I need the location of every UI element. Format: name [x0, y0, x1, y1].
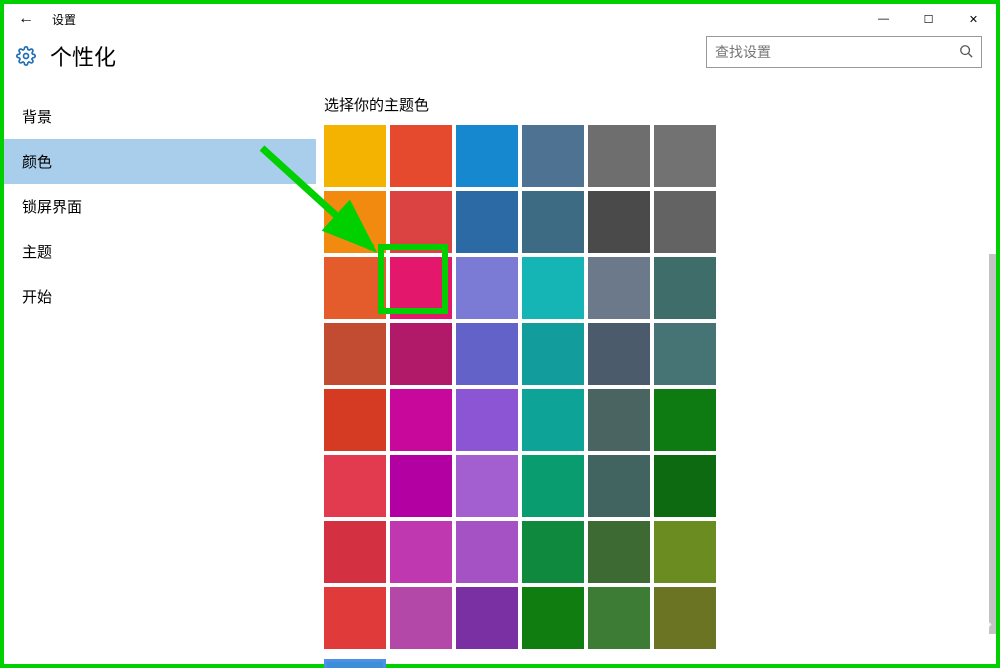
- color-swatch[interactable]: [522, 587, 584, 649]
- color-swatch[interactable]: [390, 587, 452, 649]
- color-swatch[interactable]: [390, 125, 452, 187]
- color-swatch[interactable]: [390, 455, 452, 517]
- color-swatch[interactable]: [390, 257, 452, 319]
- content-pane: 选择你的主题色: [316, 88, 996, 666]
- search-box[interactable]: [706, 36, 982, 68]
- color-swatch[interactable]: [324, 125, 386, 187]
- color-swatch[interactable]: [522, 191, 584, 253]
- color-swatch[interactable]: [588, 125, 650, 187]
- color-swatch[interactable]: [654, 323, 716, 385]
- color-grid: [324, 125, 988, 668]
- color-swatch[interactable]: [456, 125, 518, 187]
- page-title: 个性化: [50, 40, 116, 72]
- color-swatch[interactable]: [522, 389, 584, 451]
- recent-color-swatch[interactable]: [324, 659, 386, 668]
- sidebar: 背景 颜色 锁屏界面 主题 开始: [4, 88, 316, 666]
- settings-window: ← 设置 — ☐ ✕ 个性化 背景 颜色 锁屏界面 主题: [0, 0, 1000, 668]
- back-button[interactable]: ←: [18, 10, 34, 28]
- sidebar-item-colors[interactable]: 颜色: [4, 139, 316, 184]
- color-swatch[interactable]: [522, 125, 584, 187]
- sidebar-item-label: 颜色: [22, 154, 52, 171]
- color-swatch[interactable]: [324, 521, 386, 583]
- color-swatch[interactable]: [522, 257, 584, 319]
- color-swatch[interactable]: [654, 191, 716, 253]
- titlebar: ← 设置: [4, 4, 996, 34]
- color-swatch[interactable]: [324, 455, 386, 517]
- color-swatch[interactable]: [588, 257, 650, 319]
- window-title: 设置: [52, 11, 76, 28]
- sidebar-item-lockscreen[interactable]: 锁屏界面: [4, 184, 316, 229]
- color-swatch[interactable]: [522, 455, 584, 517]
- close-button[interactable]: ✕: [951, 4, 996, 34]
- color-swatch[interactable]: [456, 323, 518, 385]
- sidebar-item-themes[interactable]: 主题: [4, 229, 316, 274]
- color-swatch[interactable]: [456, 389, 518, 451]
- color-swatch[interactable]: [654, 389, 716, 451]
- color-swatch[interactable]: [456, 455, 518, 517]
- color-swatch[interactable]: [456, 257, 518, 319]
- color-swatch[interactable]: [324, 257, 386, 319]
- color-swatch[interactable]: [456, 521, 518, 583]
- minimize-button[interactable]: —: [861, 4, 906, 34]
- color-swatch[interactable]: [324, 587, 386, 649]
- sidebar-item-start[interactable]: 开始: [4, 274, 316, 319]
- search-icon: [959, 44, 973, 61]
- color-swatch[interactable]: [324, 323, 386, 385]
- color-swatch[interactable]: [390, 323, 452, 385]
- color-swatch[interactable]: [588, 521, 650, 583]
- color-swatch[interactable]: [456, 587, 518, 649]
- sidebar-item-label: 主题: [22, 244, 52, 261]
- color-swatch[interactable]: [390, 389, 452, 451]
- color-swatch[interactable]: [390, 521, 452, 583]
- color-swatch[interactable]: [588, 323, 650, 385]
- color-swatch[interactable]: [522, 521, 584, 583]
- scrollbar[interactable]: [989, 254, 996, 634]
- header: 个性化: [4, 34, 996, 88]
- sidebar-item-background[interactable]: 背景: [4, 94, 316, 139]
- search-input[interactable]: [715, 44, 959, 60]
- sidebar-item-label: 锁屏界面: [22, 199, 82, 216]
- color-swatch[interactable]: [654, 587, 716, 649]
- sidebar-item-label: 背景: [22, 109, 52, 126]
- color-swatch[interactable]: [588, 389, 650, 451]
- color-swatch[interactable]: [588, 455, 650, 517]
- color-swatch[interactable]: [654, 257, 716, 319]
- color-swatch[interactable]: [456, 191, 518, 253]
- color-swatch[interactable]: [588, 191, 650, 253]
- color-swatch[interactable]: [654, 125, 716, 187]
- maximize-button[interactable]: ☐: [906, 4, 951, 34]
- color-swatch[interactable]: [324, 191, 386, 253]
- color-swatch[interactable]: [324, 389, 386, 451]
- window-controls: — ☐ ✕: [861, 4, 996, 34]
- gear-icon: [16, 46, 36, 66]
- color-swatch[interactable]: [654, 455, 716, 517]
- color-swatch[interactable]: [522, 323, 584, 385]
- color-swatch[interactable]: [390, 191, 452, 253]
- section-title: 选择你的主题色: [324, 94, 988, 115]
- color-swatch[interactable]: [654, 521, 716, 583]
- sidebar-item-label: 开始: [22, 289, 52, 306]
- color-swatch[interactable]: [588, 587, 650, 649]
